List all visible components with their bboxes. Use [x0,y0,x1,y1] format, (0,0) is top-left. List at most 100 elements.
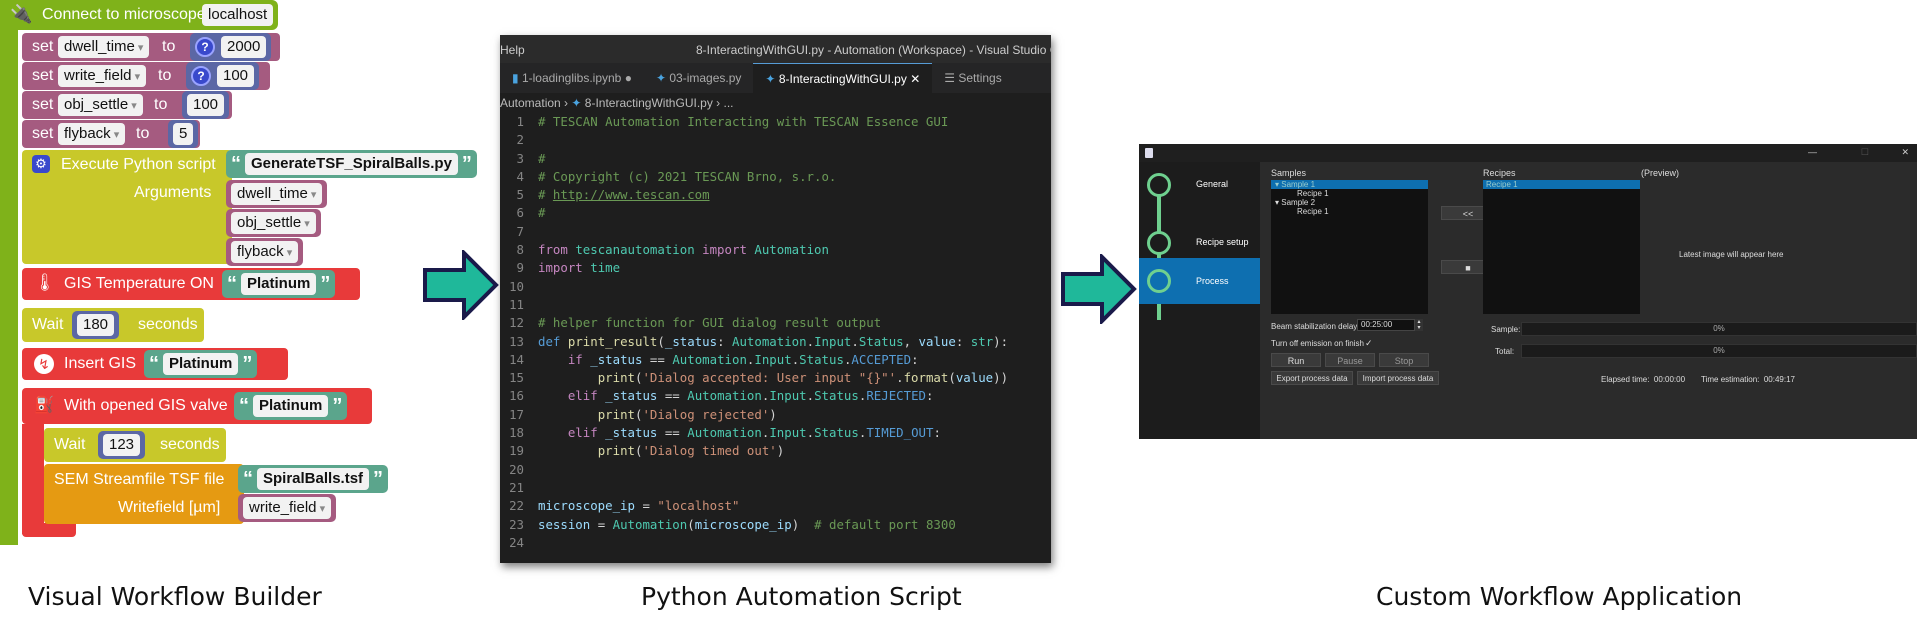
line-number: 9 [516,260,524,276]
set-label: set [32,96,54,113]
connect-block[interactable]: 🔌 Connect to microscope localhost [0,0,278,30]
breadcrumb: Automation › ✦ 8-InteractingWithGUI.py ›… [500,96,734,110]
line-number: 7 [516,223,524,239]
line-number: 10 [509,278,524,294]
to-label: to [154,96,168,113]
execute-python-block[interactable]: ⚙ Execute Python script Arguments [22,150,232,264]
number-value[interactable]: 100 [187,94,225,116]
to-label: to [158,67,172,84]
title-bar: Help 8-InteractingWithGUI.py - Automatio… [500,35,1051,63]
streamfile-block[interactable]: SEM Streamfile TSF file Writefield [µm] [44,464,244,524]
arg-dropdown[interactable]: flyback [231,241,299,263]
var-dropdown[interactable]: dwell_time [58,36,150,58]
line-number: 19 [509,443,524,459]
arrow-right-icon [423,250,499,320]
nav-general[interactable]: General [1139,165,1260,205]
caption-python-script: Python Automation Script [641,582,962,611]
tab-interacting[interactable]: ✦ 8-InteractingWithGUI.py ✕ [753,63,933,93]
breadcrumb-root[interactable]: Automation [500,96,561,110]
gis-valve-block[interactable]: ⛽ With opened GIS valve “Platinum” [22,388,372,424]
arg-pill: obj_settle [226,209,321,237]
code-line: 24 [500,534,1051,552]
export-button[interactable]: Export process data [1271,371,1353,385]
line-number: 11 [509,296,524,312]
maximize-icon[interactable]: ☐ [1861,147,1869,158]
gis-temp-value[interactable]: Platinum [241,273,317,295]
close-icon[interactable]: ✕ [1901,147,1909,158]
number-value[interactable]: 5 [173,123,194,145]
tree-item[interactable]: Recipe 1 [1271,207,1428,216]
breadcrumb-more[interactable]: ... [724,96,734,110]
quote-close: ” [332,394,343,417]
emission-label: Turn off emission on finish [1271,339,1364,348]
close-icon[interactable]: ✕ [910,72,920,86]
valve-value[interactable]: Platinum [253,395,329,417]
quote-open: “ [227,272,237,295]
tree-item[interactable]: ▾ Sample 2 [1271,198,1428,207]
number-value[interactable]: 100 [217,65,255,87]
gis-temperature-block[interactable]: 🌡 GIS Temperature ON “Platinum” [22,268,360,300]
set-block-flyback[interactable]: set flyback to 5 [22,120,200,148]
number-pill: ? 2000 [190,33,272,61]
help-icon[interactable]: ? [195,37,215,57]
line-number: 22 [509,498,524,514]
connect-label: Connect to microscope [42,6,206,23]
insert-gis-value[interactable]: Platinum [163,353,239,375]
emission-checkbox[interactable]: ✓ [1365,338,1373,349]
import-button[interactable]: Import process data [1357,371,1439,385]
run-button[interactable]: Run [1271,353,1321,367]
settings-icon: ☰ [944,71,956,85]
wait-block-2[interactable]: Wait 123 seconds [44,428,226,462]
writefield-dropdown[interactable]: write_field [243,497,332,519]
nav-process[interactable]: Process [1139,258,1260,304]
set-block-obj[interactable]: set obj_settle to 100 [22,91,232,119]
tab-loadinglibs[interactable]: ▮ 1-loadinglibs.ipynb ● [500,63,644,93]
spinner-icon[interactable]: ▴ ▾ [1415,319,1423,331]
quote-close: ” [320,272,331,295]
set-block-dwell[interactable]: set dwell_time to ? 2000 [22,33,280,61]
arg-pill: flyback [226,238,304,266]
minimize-icon[interactable]: — [1808,147,1817,157]
quote-open: “ [243,467,253,490]
wait-value[interactable]: 180 [77,314,115,336]
script-name[interactable]: GenerateTSF_SpiralBalls.py [245,153,458,175]
tab-settings[interactable]: ☰ Settings [932,63,1013,93]
recipes-list[interactable]: Recipe 1 [1483,180,1640,314]
code-editor[interactable]: 1 # TESCAN Automation Interacting with TE… [500,113,1051,552]
valve-pill: “Platinum” [234,392,348,420]
arg-dropdown[interactable]: obj_settle [231,212,316,234]
code-line: 13 def print_result(_status: Automation.I… [500,333,1051,351]
code-line: 19 print('Dialog timed out') [500,442,1051,460]
number-value[interactable]: 2000 [221,36,267,58]
stop-button[interactable]: Stop [1379,353,1429,367]
samples-tree[interactable]: ▾ Sample 1 Recipe 1 ▾ Sample 2 Recipe 1 [1271,180,1428,314]
set-label: set [32,125,54,142]
host-value[interactable]: localhost [202,4,274,26]
tab-label: 03-images.py [669,71,742,85]
quote-close: ” [373,467,384,490]
tree-item[interactable]: ▾ Sample 1 [1271,180,1428,189]
pause-button[interactable]: Pause [1325,353,1375,367]
var-dropdown[interactable]: write_field [58,65,147,87]
beam-delay-input[interactable]: 00:25:00 [1357,319,1415,331]
line-number: 14 [509,351,524,367]
set-block-write[interactable]: set write_field to ? 100 [22,62,270,90]
writefield-label: Writefield [µm] [118,499,221,516]
arg-dropdown[interactable]: dwell_time [231,183,323,205]
breadcrumb-file[interactable]: 8-InteractingWithGUI.py [585,96,713,110]
var-dropdown[interactable]: obj_settle [58,94,143,116]
script-name-pill: “GenerateTSF_SpiralBalls.py” [226,150,477,178]
line-number: 18 [509,425,524,441]
insert-gis-block[interactable]: ↯ Insert GIS “Platinum” [22,348,288,380]
tab-images[interactable]: ✦ 03-images.py [644,63,753,93]
recipe-item[interactable]: Recipe 1 [1483,180,1640,189]
tree-item[interactable]: Recipe 1 [1271,189,1428,198]
line-number: 5 [516,187,524,203]
help-icon[interactable]: ? [191,66,211,86]
menu-help[interactable]: Help [500,43,525,57]
var-dropdown[interactable]: flyback [58,123,126,145]
streamfile-value[interactable]: SpiralBalls.tsf [257,468,370,490]
wait-value[interactable]: 123 [103,434,141,456]
wait-block-1[interactable]: Wait 180 seconds [22,308,204,342]
nav-recipe-setup[interactable]: Recipe setup [1139,223,1260,263]
